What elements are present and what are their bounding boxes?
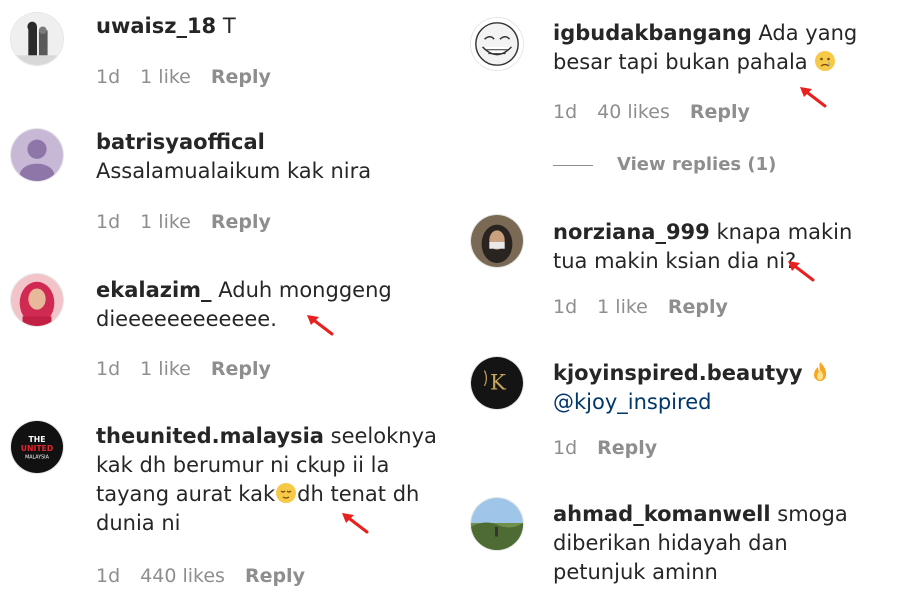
comment-meta: 1d 440 likes Reply [96, 565, 325, 587]
avatar-norziana[interactable] [470, 214, 524, 268]
comment-text: norziana_999 knapa makin tua makin ksian… [553, 218, 883, 276]
avatar-image: THE UNITED MALAYSIA [11, 421, 63, 473]
avatar-ekalazim[interactable] [10, 273, 64, 327]
comment-username[interactable]: theunited.malaysia [96, 424, 324, 448]
avatar-uwaisz[interactable] [10, 12, 64, 66]
comment-text: uwaisz_18 T [96, 12, 416, 41]
comment-meta: 1d 1 like Reply [96, 66, 291, 88]
kjoy-logo-avatar: K [471, 357, 523, 409]
avatar-image [471, 215, 523, 267]
red-arrow-annotation [800, 87, 827, 108]
svg-text:THE: THE [29, 435, 46, 444]
comment-meta: 1d 1 like Reply [96, 358, 291, 380]
comment-time: 1d [96, 66, 121, 88]
reply-button[interactable]: Reply [211, 211, 271, 233]
avatar-image [11, 13, 63, 65]
avatar-ahmad[interactable] [470, 497, 524, 551]
avatar-theunited[interactable]: THE UNITED MALAYSIA [10, 420, 64, 474]
comment-likes[interactable]: 1 like [140, 211, 191, 233]
reply-button[interactable]: Reply [668, 296, 728, 318]
landscape-avatar [471, 498, 523, 550]
default-avatar-icon [11, 129, 63, 181]
comment-body: T [222, 14, 236, 38]
comment-text: igbudakbangang Ada yang besar tapi bukan… [553, 19, 873, 77]
trollface-avatar-icon [471, 18, 523, 70]
red-arrow-annotation [788, 261, 815, 282]
crying-face-emoji-icon [815, 51, 836, 71]
svg-text:K: K [490, 370, 507, 395]
comment-time: 1d [553, 101, 578, 123]
comment-likes[interactable]: 1 like [597, 296, 648, 318]
mention-link[interactable]: @kjoy_inspired [553, 390, 711, 414]
comment-text: kjoyinspired.beautyy @kjoy_inspired [553, 359, 883, 417]
view-replies-button[interactable]: View replies (1) [553, 154, 776, 175]
relieved-face-emoji-icon [276, 483, 297, 503]
comment-text: igbudakbangang batrisyaoffical Assalamua… [96, 128, 416, 186]
comment-body: Assalamualaikum kak nira [96, 159, 372, 183]
view-replies-line [553, 164, 593, 166]
svg-text:MALAYSIA: MALAYSIA [25, 455, 50, 461]
view-replies-label[interactable]: View replies (1) [617, 154, 776, 175]
comment-likes[interactable]: 40 likes [597, 101, 670, 123]
reply-button[interactable]: Reply [245, 565, 305, 587]
comment-username[interactable]: igbudakbangang [553, 21, 752, 45]
comment-time: 1d [96, 358, 121, 380]
comment-text: ahmad_komanwell smoga diberikan hidayah … [553, 500, 873, 587]
comment-username[interactable]: batrisyaoffical [96, 130, 265, 154]
comment-meta: 1d 1 like Reply [553, 296, 748, 318]
reply-button[interactable]: Reply [211, 66, 271, 88]
reply-button[interactable]: Reply [211, 358, 271, 380]
comment-likes[interactable]: 1 like [140, 358, 191, 380]
red-arrow-annotation [307, 315, 334, 336]
comment-likes[interactable]: 1 like [140, 66, 191, 88]
comment-username[interactable]: ekalazim_ [96, 278, 212, 302]
comment-time: 1d [553, 437, 578, 459]
comment-meta: 1d 1 like Reply [96, 211, 291, 233]
fire-emoji-icon [814, 362, 827, 381]
comment-username[interactable]: ahmad_komanwell [553, 502, 771, 526]
comment-time: 1d [96, 211, 121, 233]
comment-likes[interactable]: 440 likes [140, 565, 225, 587]
comment-time: 1d [96, 565, 121, 587]
comment-time: 1d [553, 296, 578, 318]
comment-text: ekalazim_ Aduh monggeng dieeeeeeeeeeee. [96, 276, 416, 334]
avatar-igbudak[interactable] [470, 17, 524, 71]
svg-text:UNITED: UNITED [21, 444, 53, 453]
red-arrow-annotation [342, 513, 369, 534]
comment-username[interactable]: kjoyinspired.beautyy [553, 361, 803, 385]
avatar-image [11, 274, 63, 326]
comment-username[interactable]: norziana_999 [553, 220, 710, 244]
comment-text: theunited.malaysia seeloknya kak dh beru… [96, 422, 456, 538]
avatar-kjoy[interactable]: K [470, 356, 524, 410]
avatar-batrisya[interactable] [10, 128, 64, 182]
comment-username[interactable]: uwaisz_18 [96, 14, 216, 38]
comment-meta: 1d Reply [553, 437, 677, 459]
comment-meta: 1d 40 likes Reply [553, 101, 770, 123]
reply-button[interactable]: Reply [597, 437, 657, 459]
reply-button[interactable]: Reply [690, 101, 750, 123]
